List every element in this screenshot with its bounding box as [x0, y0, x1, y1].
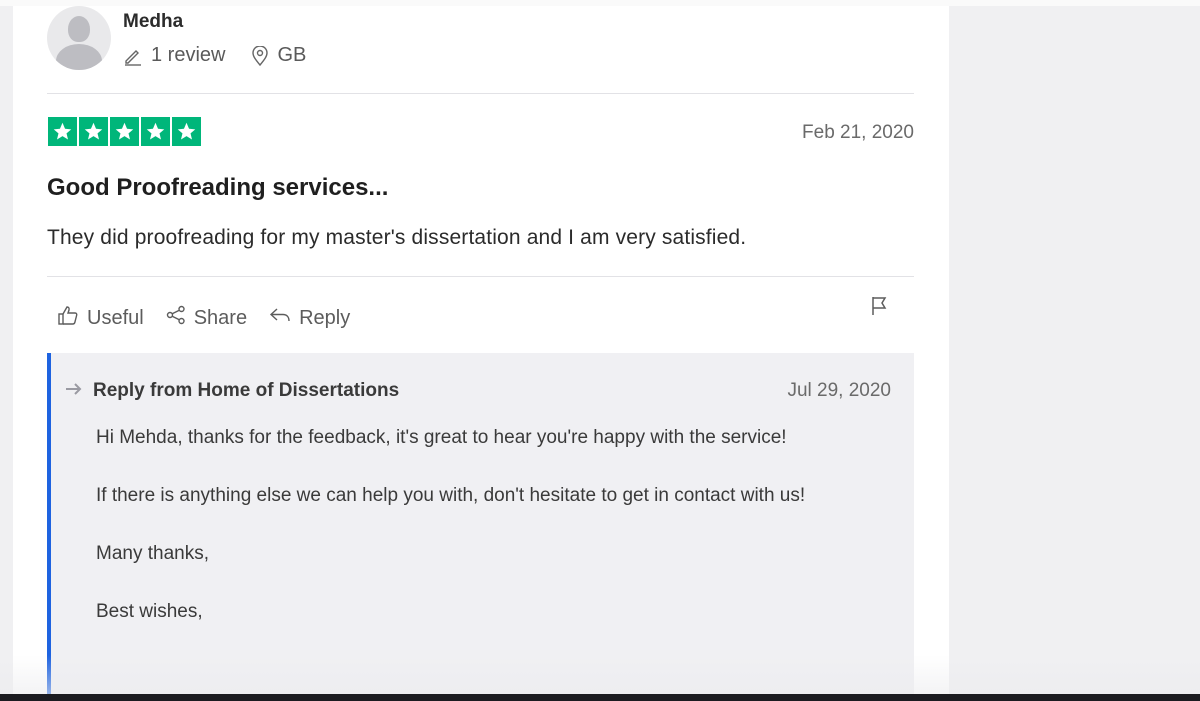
reply-arrow-icon: [65, 380, 93, 402]
review-count: 1 review: [151, 44, 226, 66]
reply-header: Reply from Home of Dissertations: [65, 380, 399, 402]
star-icon: [79, 117, 108, 146]
avatar[interactable]: [47, 6, 111, 70]
reply-paragraph: Hi Mehda, thanks for the feedback, it's …: [96, 427, 787, 448]
reply-paragraph: Many thanks,: [96, 543, 209, 564]
reply-paragraph: If there is anything else we can help yo…: [96, 485, 806, 506]
flag-report-button[interactable]: [870, 295, 888, 322]
reply-heading: Reply from Home of Dissertations: [93, 380, 400, 401]
pencil-icon: [123, 46, 143, 66]
useful-button[interactable]: Useful: [57, 304, 144, 332]
useful-label: Useful: [87, 306, 144, 329]
star-icon: [141, 117, 170, 146]
review-text: They did proofreading for my master's di…: [47, 226, 747, 249]
review-actions: Useful Share Reply: [57, 304, 372, 332]
reply-arrow-icon: [269, 305, 299, 331]
reply-body: Hi Mehda, thanks for the feedback, it's …: [96, 423, 916, 655]
divider: [47, 276, 914, 277]
share-button[interactable]: Share: [166, 305, 247, 331]
reply-paragraph: Best wishes,: [96, 601, 203, 622]
reply-label: Reply: [299, 306, 351, 329]
avatar-head-shape: [68, 16, 90, 42]
review-date: Feb 21, 2020: [802, 122, 914, 143]
reply-date: Jul 29, 2020: [787, 380, 891, 401]
reviewer-meta: 1 review GB: [123, 44, 306, 67]
star-rating: [48, 117, 201, 146]
avatar-body-shape: [56, 44, 102, 70]
share-label: Share: [193, 306, 248, 329]
review-card: Medha 1 review GB Feb 21, 2020 Good Proo…: [13, 6, 949, 698]
thumbs-up-icon: [57, 304, 87, 332]
divider: [47, 93, 914, 94]
flag-icon: [870, 297, 888, 321]
location-pin-icon: [251, 45, 269, 66]
company-reply: Reply from Home of Dissertations Jul 29,…: [47, 353, 914, 698]
star-icon: [172, 117, 201, 146]
reviewer-name[interactable]: Medha: [123, 11, 183, 33]
reply-button[interactable]: Reply: [269, 305, 350, 331]
bottom-bar: [0, 694, 1200, 701]
share-icon: [166, 305, 194, 331]
star-icon: [110, 117, 139, 146]
reviewer-country: GB: [277, 44, 307, 66]
star-icon: [48, 117, 77, 146]
review-title[interactable]: Good Proofreading services...: [47, 174, 388, 202]
